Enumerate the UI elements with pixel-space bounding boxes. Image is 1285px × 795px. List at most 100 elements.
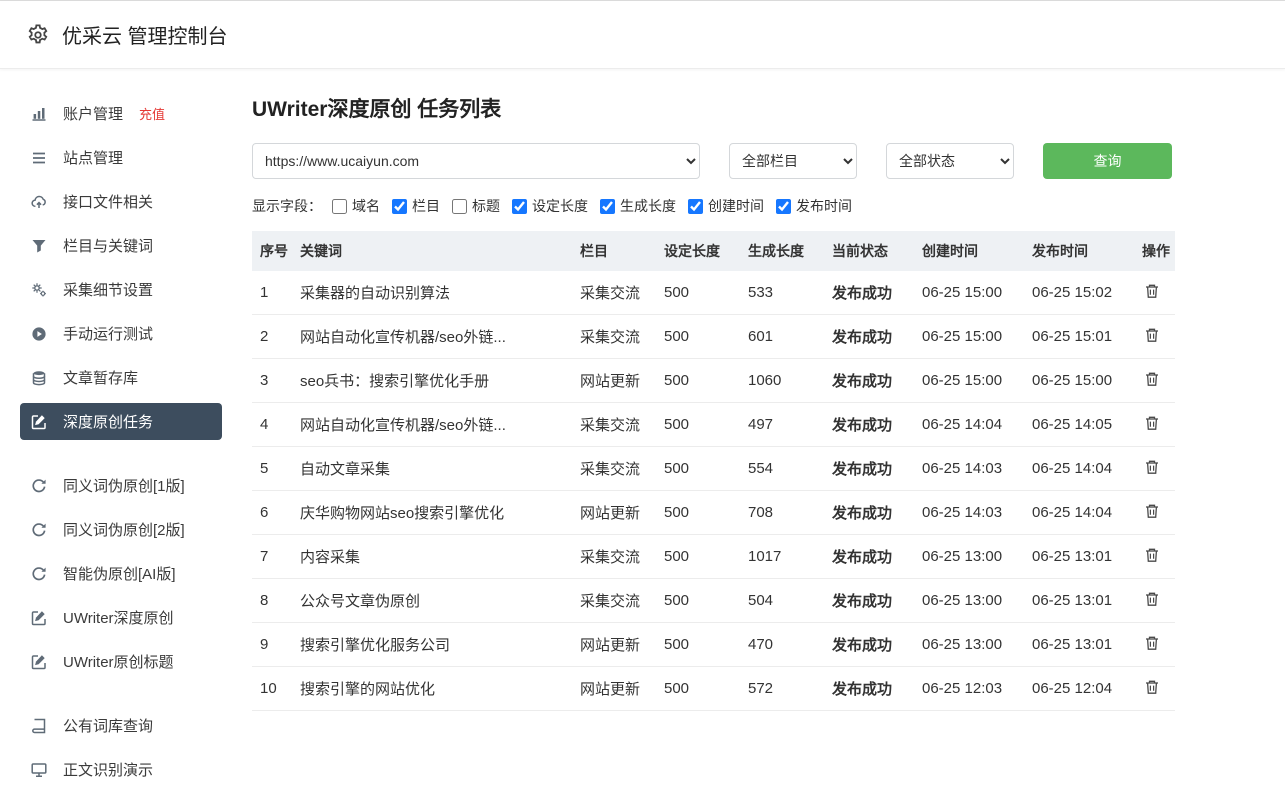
delete-button[interactable] [1142, 457, 1162, 480]
sidebar-item-synonym-rewrite-2[interactable]: 同义词伪原创[2版] [20, 511, 222, 548]
field-checkbox-publish-time[interactable]: 发布时间 [776, 196, 852, 216]
action-cell [1134, 579, 1175, 623]
published-time-cell: 06-25 14:04 [1024, 447, 1134, 491]
status-cell: 发布成功 [824, 579, 914, 623]
trash-icon [1144, 503, 1160, 522]
checkbox-set-length[interactable] [512, 199, 527, 214]
gen-length-cell: 1017 [740, 535, 824, 579]
sidebar-item-uwriter-title[interactable]: UWriter原创标题 [20, 643, 222, 680]
action-cell [1134, 535, 1175, 579]
column-cell: 网站更新 [572, 623, 656, 667]
edit-icon [30, 654, 48, 670]
sidebar-item-label: UWriter深度原创 [63, 607, 174, 628]
recharge-badge[interactable]: 充值 [139, 104, 165, 123]
keyword-cell: 庆华购物网站seo搜索引擎优化 [292, 491, 572, 535]
gen-length-cell: 1060 [740, 359, 824, 403]
field-checkbox-label: 创建时间 [708, 196, 764, 216]
sidebar-item-label: 正文识别演示 [63, 759, 153, 780]
created-time-cell: 06-25 14:03 [914, 447, 1024, 491]
set-length-cell: 500 [656, 271, 740, 315]
checkbox-create-time[interactable] [688, 199, 703, 214]
delete-button[interactable] [1142, 325, 1162, 348]
published-time-cell: 06-25 13:01 [1024, 535, 1134, 579]
action-cell [1134, 491, 1175, 535]
created-time-cell: 06-25 13:00 [914, 623, 1024, 667]
sidebar-item-interface-files[interactable]: 接口文件相关 [20, 183, 222, 220]
sidebar-item-sites[interactable]: 站点管理 [20, 139, 222, 176]
row-number: 2 [252, 315, 292, 359]
keyword-cell: seo兵书：搜索引擎优化手册 [292, 359, 572, 403]
task-table-header-row: 序号关键词栏目设定长度生成长度当前状态创建时间发布时间操作 [252, 231, 1175, 271]
checkbox-title[interactable] [452, 199, 467, 214]
trash-icon [1144, 283, 1160, 302]
delete-button[interactable] [1142, 545, 1162, 568]
field-checkbox-create-time[interactable]: 创建时间 [688, 196, 764, 216]
row-number: 6 [252, 491, 292, 535]
sidebar-item-account[interactable]: 账户管理充值 [20, 95, 222, 132]
sidebar-item-columns-keywords[interactable]: 栏目与关键词 [20, 227, 222, 264]
delete-button[interactable] [1142, 501, 1162, 524]
sidebar-item-label: 同义词伪原创[1版] [63, 475, 185, 496]
keyword-cell: 搜索引擎优化服务公司 [292, 623, 572, 667]
set-length-cell: 500 [656, 359, 740, 403]
sidebar-item-uwriter-deep[interactable]: UWriter深度原创 [20, 599, 222, 636]
status-select[interactable]: 全部状态 [886, 143, 1014, 179]
column-select[interactable]: 全部栏目 [729, 143, 857, 179]
delete-button[interactable] [1142, 369, 1162, 392]
status-cell: 发布成功 [824, 359, 914, 403]
keyword-cell: 采集器的自动识别算法 [292, 271, 572, 315]
gen-length-cell: 497 [740, 403, 824, 447]
domain-select[interactable]: https://www.ucaiyun.com [252, 143, 700, 179]
checkbox-domain[interactable] [332, 199, 347, 214]
sidebar-item-public-lexicon[interactable]: 公有词库查询 [20, 707, 222, 744]
layout: 账户管理充值站点管理接口文件相关栏目与关键词采集细节设置手动运行测试文章暂存库深… [0, 69, 1285, 795]
sidebar-item-label: 智能伪原创[AI版] [63, 563, 176, 584]
sidebar-item-synonym-rewrite-1[interactable]: 同义词伪原创[1版] [20, 467, 222, 504]
checkbox-column[interactable] [392, 199, 407, 214]
sidebar-item-manual-test[interactable]: 手动运行测试 [20, 315, 222, 352]
refresh-icon [30, 522, 48, 538]
set-length-cell: 500 [656, 491, 740, 535]
status-cell: 发布成功 [824, 535, 914, 579]
sidebar-item-label: 同义词伪原创[2版] [63, 519, 185, 540]
status-cell: 发布成功 [824, 403, 914, 447]
delete-button[interactable] [1142, 677, 1162, 700]
column-cell: 网站更新 [572, 667, 656, 711]
status-cell: 发布成功 [824, 623, 914, 667]
field-checkbox-gen-length[interactable]: 生成长度 [600, 196, 676, 216]
fields-label: 显示字段： [252, 196, 322, 216]
action-cell [1134, 623, 1175, 667]
trash-icon [1144, 415, 1160, 434]
table-row: 2网站自动化宣传机器/seo外链...采集交流500601发布成功06-25 1… [252, 315, 1175, 359]
delete-button[interactable] [1142, 413, 1162, 436]
sidebar-item-article-store[interactable]: 文章暂存库 [20, 359, 222, 396]
action-cell [1134, 315, 1175, 359]
field-checkbox-domain[interactable]: 域名 [332, 196, 380, 216]
field-checkbox-set-length[interactable]: 设定长度 [512, 196, 588, 216]
sidebar-item-label: 栏目与关键词 [63, 235, 153, 256]
gears-icon [30, 282, 48, 298]
delete-button[interactable] [1142, 633, 1162, 656]
field-checkbox-column[interactable]: 栏目 [392, 196, 440, 216]
sidebar-item-label: 深度原创任务 [63, 411, 153, 432]
checkbox-publish-time[interactable] [776, 199, 791, 214]
sidebar-item-label: UWriter原创标题 [63, 651, 174, 672]
sidebar-item-collect-settings[interactable]: 采集细节设置 [20, 271, 222, 308]
field-checkbox-title[interactable]: 标题 [452, 196, 500, 216]
checkbox-gen-length[interactable] [600, 199, 615, 214]
delete-button[interactable] [1142, 589, 1162, 612]
delete-button[interactable] [1142, 281, 1162, 304]
field-checkbox-label: 发布时间 [796, 196, 852, 216]
fields-checkbox-group: 域名栏目标题设定长度生成长度 创建时间 发布时间 [332, 196, 864, 216]
sidebar-item-content-detect[interactable]: 正文识别演示 [20, 751, 222, 788]
filter-row: https://www.ucaiyun.com 全部栏目 全部状态 查询 [252, 143, 1175, 179]
row-number: 4 [252, 403, 292, 447]
created-time-cell: 06-25 12:03 [914, 667, 1024, 711]
row-number: 10 [252, 667, 292, 711]
row-number: 8 [252, 579, 292, 623]
sidebar-item-deep-original-task[interactable]: 深度原创任务 [20, 403, 222, 440]
sidebar-item-ai-rewrite[interactable]: 智能伪原创[AI版] [20, 555, 222, 592]
table-row: 9搜索引擎优化服务公司网站更新500470发布成功06-25 13:0006-2… [252, 623, 1175, 667]
query-button[interactable]: 查询 [1043, 143, 1172, 179]
set-length-cell: 500 [656, 403, 740, 447]
